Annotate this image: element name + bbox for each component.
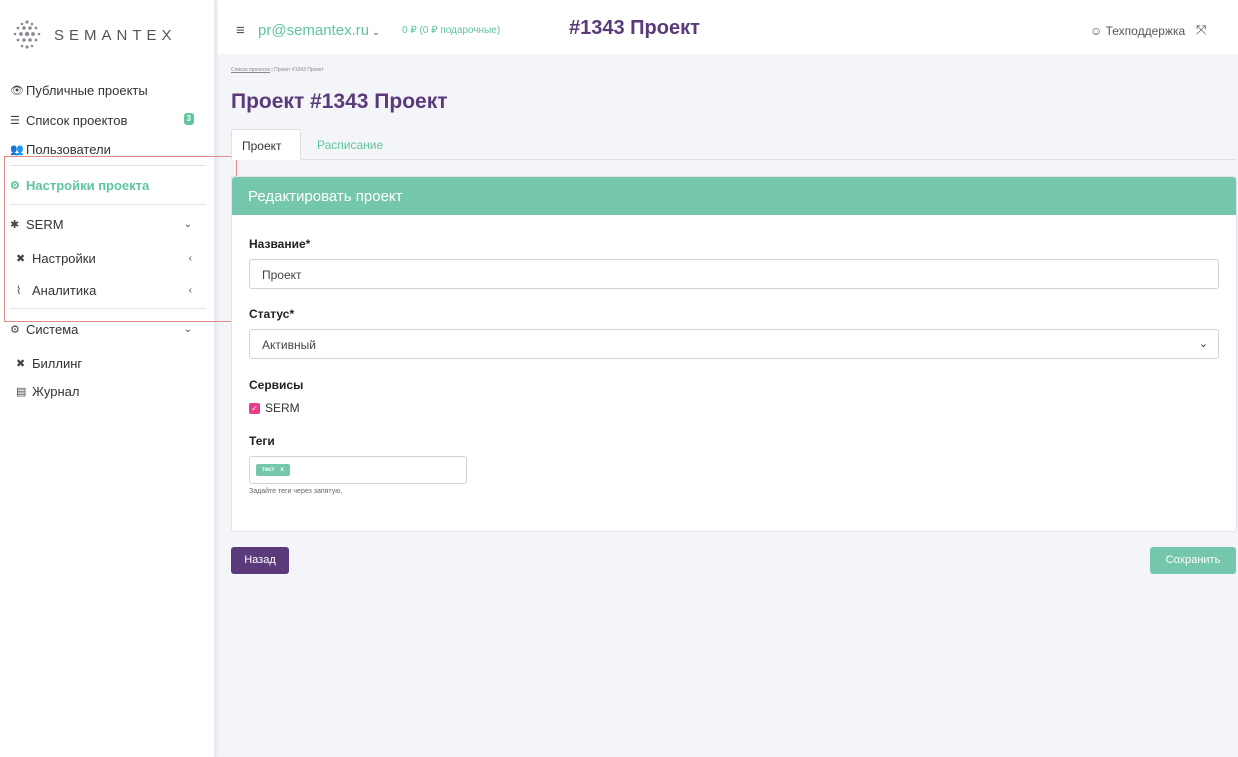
status-select[interactable]: Активный ⌄ bbox=[249, 329, 1219, 359]
tags-hint: Задайте теги через запятую. bbox=[249, 488, 343, 495]
breadcrumb-current: Проект #1343 Проект bbox=[274, 67, 324, 73]
chevron-down-icon: ⌄ bbox=[183, 323, 192, 335]
header-project-title: #1343 Проект bbox=[569, 17, 700, 39]
sidebar-item-users[interactable]: 👥 Пользователи bbox=[10, 139, 200, 159]
sidebar-item-project-settings[interactable]: ⚙ Настройки проекта bbox=[10, 175, 200, 195]
sidebar-divider bbox=[10, 308, 206, 309]
tools-icon: ✖ bbox=[16, 252, 26, 265]
balance-text: 0 ₽ (0 ₽ подарочные) bbox=[402, 25, 501, 36]
headset-icon: ☺ bbox=[1090, 24, 1103, 38]
eye-icon: 👁 bbox=[10, 84, 24, 97]
sidebar-item-label: Аналитика bbox=[32, 282, 97, 298]
tag-chip: тест x bbox=[256, 464, 290, 476]
tag-remove-icon[interactable]: x bbox=[280, 467, 283, 473]
page-title: Проект #1343 Проект bbox=[231, 90, 448, 113]
sidebar-item-settings[interactable]: ✖ Настройки ‹ bbox=[16, 248, 200, 268]
spider-icon: ✱ bbox=[10, 218, 20, 231]
sidebar-item-label: Список проектов bbox=[26, 112, 128, 128]
logo[interactable]: SEMANTEX bbox=[10, 18, 177, 52]
journal-icon: ▤ bbox=[16, 385, 27, 398]
sidebar-divider bbox=[10, 165, 206, 166]
account-email: pr@semantex.ru bbox=[258, 22, 370, 39]
status-value: Активный bbox=[262, 338, 316, 352]
chevron-left-icon: ‹ bbox=[188, 284, 192, 296]
sidebar: SEMANTEX 👁 Публичные проекты ☰ Список пр… bbox=[0, 0, 216, 757]
sidebar-divider bbox=[10, 204, 206, 205]
sidebar-item-public-projects[interactable]: 👁 Публичные проекты bbox=[10, 80, 200, 100]
support-label: Техподдержка bbox=[1105, 24, 1186, 38]
breadcrumb-link-projects[interactable]: Список проектов bbox=[231, 67, 270, 73]
cogs-icon: ⚙ bbox=[10, 179, 20, 192]
sidebar-item-label: Пользователи bbox=[26, 141, 111, 157]
sidebar-item-label: Биллинг bbox=[32, 355, 83, 371]
tag-label: тест bbox=[262, 467, 275, 473]
cogs-icon: ⚙ bbox=[10, 323, 20, 336]
brand-name: SEMANTEX bbox=[54, 26, 177, 44]
sidebar-item-analytics[interactable]: ⌇ Аналитика ‹ bbox=[16, 280, 200, 300]
service-serm-label: SERM bbox=[265, 401, 300, 415]
sidebar-item-serm[interactable]: ✱ SERM ⌄ bbox=[10, 214, 200, 234]
edit-project-card: Редактировать проект Название* Проект Ст… bbox=[231, 176, 1237, 532]
projects-count-badge: 3 bbox=[183, 113, 194, 125]
tab-project[interactable]: Проект bbox=[231, 129, 301, 160]
chevron-left-icon: ‹ bbox=[188, 252, 192, 264]
card-header: Редактировать проект bbox=[232, 177, 1236, 215]
sidebar-item-system[interactable]: ⚙ Система ⌄ bbox=[10, 319, 200, 339]
sidebar-item-journal[interactable]: ▤ Журнал bbox=[16, 381, 200, 401]
sidebar-item-billing[interactable]: ✖ Биллинг bbox=[16, 353, 200, 373]
name-field[interactable]: Проект bbox=[249, 259, 1219, 289]
service-serm-checkbox-row[interactable]: ✓ SERM bbox=[249, 401, 300, 415]
back-button[interactable]: Назад bbox=[231, 547, 289, 574]
semantex-logo-icon bbox=[13, 20, 41, 49]
breadcrumb: Список проектов | Проект #1343 Проект bbox=[231, 67, 324, 73]
fullscreen-icon[interactable]: ⤧ bbox=[1196, 22, 1206, 38]
save-button[interactable]: Сохранить bbox=[1150, 547, 1236, 574]
sidebar-item-label: Система bbox=[26, 321, 79, 337]
chevron-down-icon: ⌄ bbox=[1198, 338, 1208, 350]
chevron-down-icon: ⌄ bbox=[183, 218, 192, 230]
name-label: Название* bbox=[249, 237, 311, 251]
chevron-down-icon: ⌄ bbox=[372, 27, 380, 37]
sidebar-item-projects-list[interactable]: ☰ Список проектов 3 bbox=[10, 110, 200, 130]
top-header: ≡ pr@semantex.ru ⌄ 0 ₽ (0 ₽ подарочные) #… bbox=[218, 0, 1238, 54]
sidebar-item-label: Публичные проекты bbox=[26, 82, 148, 98]
chart-icon: ⌇ bbox=[16, 284, 22, 297]
sidebar-item-label: Настройки проекта bbox=[26, 177, 150, 193]
list-icon: ☰ bbox=[10, 114, 20, 127]
tabs: Проект Расписание bbox=[231, 129, 1237, 160]
sidebar-item-label: SERM bbox=[26, 216, 64, 232]
tab-schedule[interactable]: Расписание bbox=[307, 129, 393, 160]
services-label: Сервисы bbox=[249, 378, 304, 392]
sidebar-item-label: Журнал bbox=[32, 383, 80, 399]
tools-icon: ✖ bbox=[16, 357, 26, 370]
status-label: Статус* bbox=[249, 307, 295, 321]
tags-label: Теги bbox=[249, 434, 275, 448]
account-dropdown[interactable]: pr@semantex.ru ⌄ bbox=[258, 22, 380, 39]
sidebar-item-label: Настройки bbox=[32, 250, 96, 266]
support-link[interactable]: ☺ Техподдержка bbox=[1090, 24, 1185, 38]
tags-input[interactable]: тест x bbox=[249, 456, 467, 484]
menu-icon[interactable]: ≡ bbox=[236, 22, 245, 39]
checkbox-checked-icon[interactable]: ✓ bbox=[249, 402, 260, 414]
users-icon: 👥 bbox=[10, 143, 24, 156]
breadcrumb-separator: | bbox=[271, 67, 273, 73]
